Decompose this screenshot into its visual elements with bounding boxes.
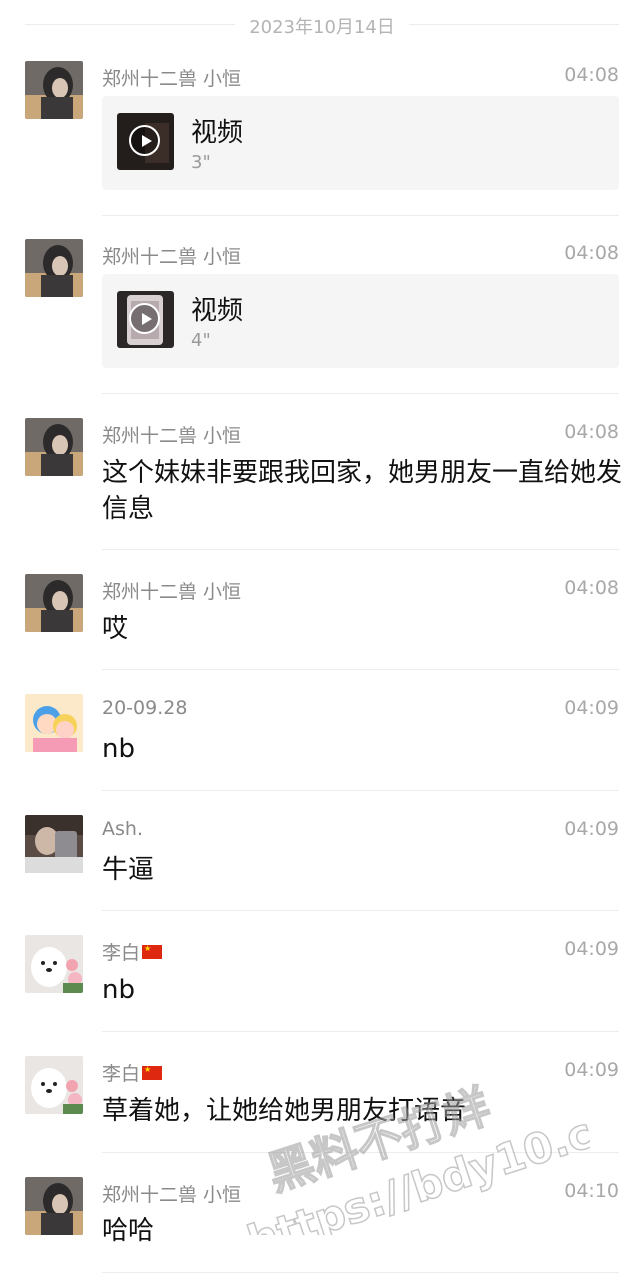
message-separator [102, 790, 619, 791]
message-separator [102, 669, 619, 670]
message-separator [102, 215, 619, 216]
video-title: 视频 [191, 118, 244, 148]
play-icon [129, 125, 160, 156]
video-message-card[interactable]: 视频 3" [102, 96, 619, 190]
avatar[interactable] [25, 1056, 83, 1114]
message-time: 04:10 [564, 1180, 619, 1202]
message-separator [102, 393, 619, 394]
date-divider-right [409, 24, 619, 25]
china-flag-icon: ★ [142, 1065, 163, 1080]
sender-name: 郑州十二兽 小恒 [102, 581, 242, 603]
message-time: 04:08 [564, 421, 619, 443]
sender-name: Ash. [102, 818, 143, 840]
avatar[interactable] [25, 694, 83, 752]
avatar[interactable] [25, 1177, 83, 1235]
message-time: 04:08 [564, 577, 619, 599]
sender-name: 郑州十二兽 小恒 [102, 1184, 242, 1206]
message-separator [102, 910, 619, 911]
avatar[interactable] [25, 239, 83, 297]
message-separator [102, 1272, 619, 1273]
video-duration: 4" [191, 330, 211, 351]
china-flag-icon: ★ [142, 944, 163, 959]
sender-name: 郑州十二兽 小恒 [102, 425, 242, 447]
date-header: 2023年10月14日 [0, 0, 644, 50]
video-title: 视频 [191, 296, 244, 326]
avatar[interactable] [25, 418, 83, 476]
message-separator [102, 1031, 619, 1032]
video-thumbnail [117, 113, 174, 170]
avatar[interactable] [25, 574, 83, 632]
video-duration: 3" [191, 152, 211, 173]
date-label: 2023年10月14日 [249, 17, 395, 38]
message-time: 04:08 [564, 64, 619, 86]
message-text: 哈哈 [102, 1216, 155, 1246]
video-thumbnail [117, 291, 174, 348]
message-time: 04:09 [564, 818, 619, 840]
message-time: 04:09 [564, 697, 619, 719]
message-text: nb [102, 734, 135, 764]
message-text: 哎 [102, 614, 129, 644]
sender-name: 郑州十二兽 小恒 [102, 68, 242, 90]
message-text: 这个妹妹非要跟我回家，她男朋友一直给她发信息 [102, 458, 623, 524]
message-time: 04:08 [564, 242, 619, 264]
play-icon [129, 303, 160, 334]
avatar[interactable] [25, 61, 83, 119]
message-time: 04:09 [564, 938, 619, 960]
message-text: 牛逼 [102, 855, 155, 885]
message-text: nb [102, 975, 135, 1005]
sender-name: 李白 ★ [102, 938, 163, 965]
avatar[interactable] [25, 815, 83, 873]
video-message-card[interactable]: 视频 4" [102, 274, 619, 368]
sender-name: 李白 ★ [102, 1059, 163, 1086]
message-text: 草着她，让她给她男朋友打语音 [102, 1096, 467, 1126]
avatar[interactable] [25, 935, 83, 993]
sender-name: 郑州十二兽 小恒 [102, 246, 242, 268]
sender-name: 20-09.28 [102, 697, 188, 719]
message-separator [102, 549, 619, 550]
message-time: 04:09 [564, 1059, 619, 1081]
message-separator [102, 1152, 619, 1153]
